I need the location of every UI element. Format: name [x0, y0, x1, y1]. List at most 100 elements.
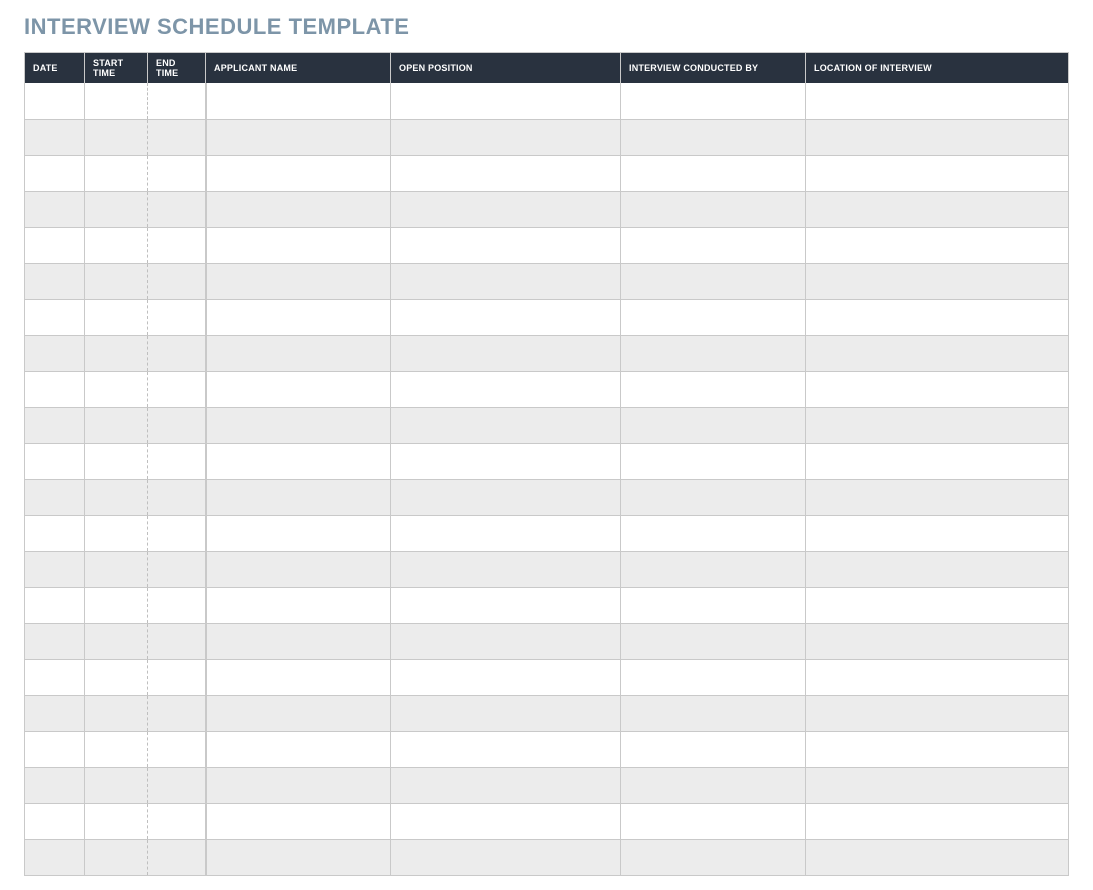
cell-applicant[interactable] [206, 191, 391, 227]
cell-applicant[interactable] [206, 551, 391, 587]
cell-end-time[interactable] [148, 587, 206, 623]
cell-applicant[interactable] [206, 767, 391, 803]
cell-position[interactable] [391, 299, 621, 335]
cell-conducted-by[interactable] [621, 263, 806, 299]
cell-start-time[interactable] [85, 479, 148, 515]
cell-position[interactable] [391, 263, 621, 299]
cell-date[interactable] [25, 155, 85, 191]
cell-start-time[interactable] [85, 299, 148, 335]
cell-applicant[interactable] [206, 155, 391, 191]
cell-position[interactable] [391, 839, 621, 875]
cell-position[interactable] [391, 191, 621, 227]
cell-position[interactable] [391, 803, 621, 839]
cell-start-time[interactable] [85, 335, 148, 371]
cell-start-time[interactable] [85, 371, 148, 407]
cell-applicant[interactable] [206, 335, 391, 371]
cell-conducted-by[interactable] [621, 731, 806, 767]
cell-location[interactable] [806, 803, 1069, 839]
cell-conducted-by[interactable] [621, 335, 806, 371]
cell-date[interactable] [25, 299, 85, 335]
cell-conducted-by[interactable] [621, 299, 806, 335]
cell-position[interactable] [391, 587, 621, 623]
cell-start-time[interactable] [85, 587, 148, 623]
cell-conducted-by[interactable] [621, 803, 806, 839]
cell-conducted-by[interactable] [621, 659, 806, 695]
cell-conducted-by[interactable] [621, 443, 806, 479]
cell-end-time[interactable] [148, 335, 206, 371]
cell-location[interactable] [806, 119, 1069, 155]
cell-start-time[interactable] [85, 623, 148, 659]
cell-date[interactable] [25, 83, 85, 119]
cell-applicant[interactable] [206, 443, 391, 479]
cell-end-time[interactable] [148, 191, 206, 227]
cell-date[interactable] [25, 443, 85, 479]
cell-location[interactable] [806, 839, 1069, 875]
cell-applicant[interactable] [206, 83, 391, 119]
cell-position[interactable] [391, 407, 621, 443]
cell-start-time[interactable] [85, 695, 148, 731]
cell-date[interactable] [25, 695, 85, 731]
cell-applicant[interactable] [206, 731, 391, 767]
cell-date[interactable] [25, 587, 85, 623]
cell-location[interactable] [806, 227, 1069, 263]
cell-location[interactable] [806, 767, 1069, 803]
cell-location[interactable] [806, 515, 1069, 551]
cell-applicant[interactable] [206, 659, 391, 695]
cell-end-time[interactable] [148, 515, 206, 551]
cell-end-time[interactable] [148, 371, 206, 407]
cell-location[interactable] [806, 155, 1069, 191]
cell-start-time[interactable] [85, 659, 148, 695]
cell-start-time[interactable] [85, 83, 148, 119]
cell-conducted-by[interactable] [621, 515, 806, 551]
cell-end-time[interactable] [148, 623, 206, 659]
cell-end-time[interactable] [148, 731, 206, 767]
cell-end-time[interactable] [148, 803, 206, 839]
cell-date[interactable] [25, 191, 85, 227]
cell-start-time[interactable] [85, 767, 148, 803]
cell-location[interactable] [806, 83, 1069, 119]
cell-end-time[interactable] [148, 407, 206, 443]
cell-position[interactable] [391, 695, 621, 731]
cell-date[interactable] [25, 767, 85, 803]
cell-applicant[interactable] [206, 839, 391, 875]
cell-end-time[interactable] [148, 83, 206, 119]
cell-location[interactable] [806, 371, 1069, 407]
cell-applicant[interactable] [206, 119, 391, 155]
cell-position[interactable] [391, 335, 621, 371]
cell-location[interactable] [806, 443, 1069, 479]
cell-location[interactable] [806, 263, 1069, 299]
cell-location[interactable] [806, 623, 1069, 659]
cell-applicant[interactable] [206, 407, 391, 443]
cell-applicant[interactable] [206, 263, 391, 299]
cell-date[interactable] [25, 479, 85, 515]
cell-position[interactable] [391, 443, 621, 479]
cell-location[interactable] [806, 695, 1069, 731]
cell-applicant[interactable] [206, 623, 391, 659]
cell-date[interactable] [25, 371, 85, 407]
cell-conducted-by[interactable] [621, 767, 806, 803]
cell-date[interactable] [25, 623, 85, 659]
cell-location[interactable] [806, 335, 1069, 371]
cell-end-time[interactable] [148, 119, 206, 155]
cell-applicant[interactable] [206, 371, 391, 407]
cell-end-time[interactable] [148, 695, 206, 731]
cell-conducted-by[interactable] [621, 839, 806, 875]
cell-position[interactable] [391, 479, 621, 515]
cell-date[interactable] [25, 731, 85, 767]
cell-applicant[interactable] [206, 299, 391, 335]
cell-position[interactable] [391, 227, 621, 263]
cell-location[interactable] [806, 191, 1069, 227]
cell-date[interactable] [25, 515, 85, 551]
cell-applicant[interactable] [206, 515, 391, 551]
cell-position[interactable] [391, 659, 621, 695]
cell-applicant[interactable] [206, 479, 391, 515]
cell-position[interactable] [391, 83, 621, 119]
cell-start-time[interactable] [85, 839, 148, 875]
cell-conducted-by[interactable] [621, 83, 806, 119]
cell-location[interactable] [806, 407, 1069, 443]
cell-start-time[interactable] [85, 515, 148, 551]
cell-start-time[interactable] [85, 191, 148, 227]
cell-conducted-by[interactable] [621, 695, 806, 731]
cell-end-time[interactable] [148, 767, 206, 803]
cell-conducted-by[interactable] [621, 227, 806, 263]
